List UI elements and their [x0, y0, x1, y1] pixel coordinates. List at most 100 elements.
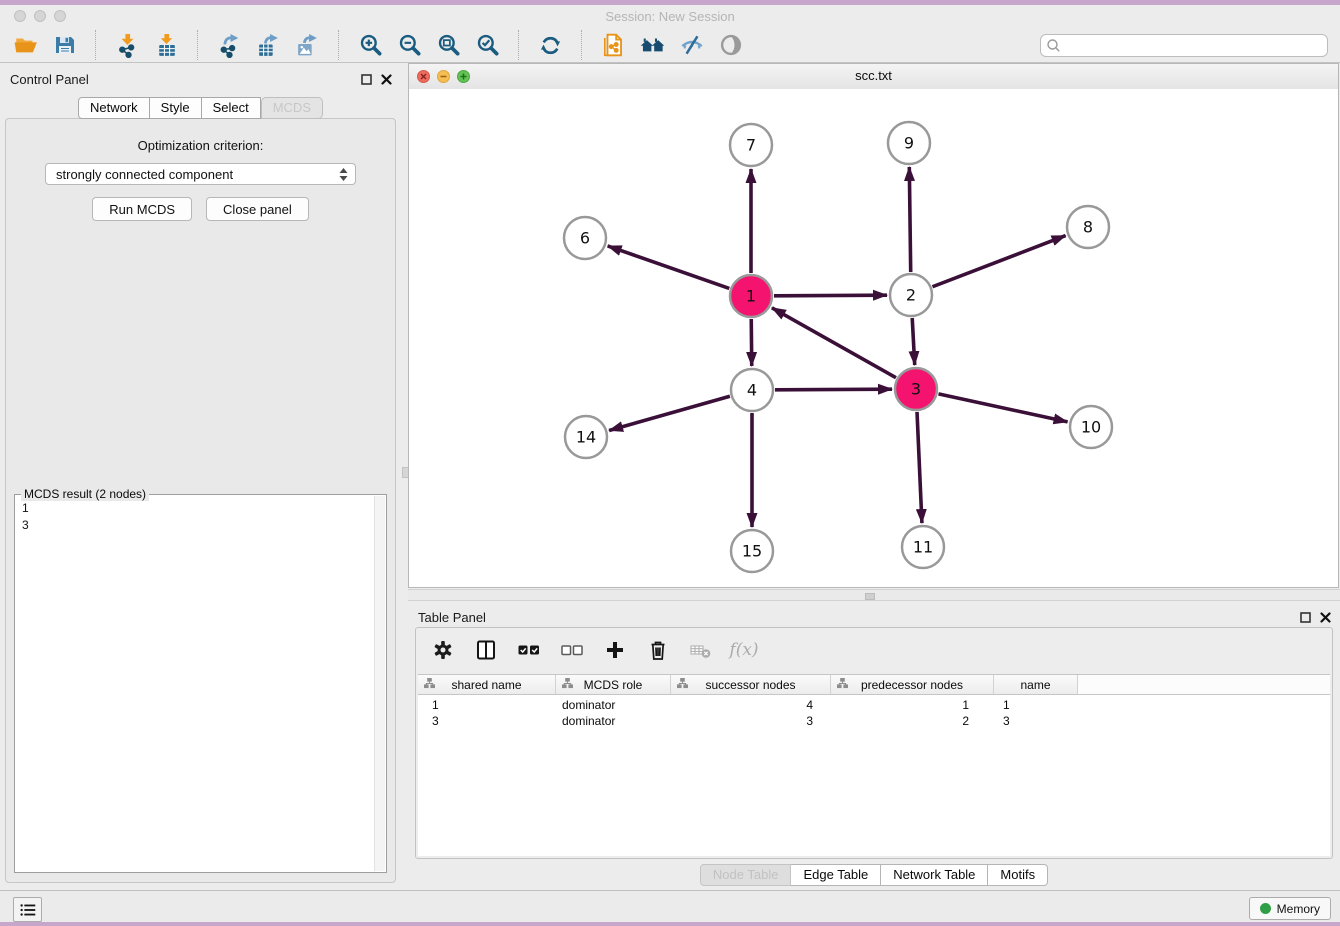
edge-1-6[interactable]	[608, 246, 730, 288]
delete-column-icon[interactable]	[645, 637, 671, 663]
node-label: 7	[746, 136, 756, 155]
node-label: 8	[1083, 218, 1093, 237]
split-columns-icon[interactable]	[473, 637, 499, 663]
search-input[interactable]	[1040, 34, 1328, 57]
close-panel-button[interactable]: Close panel	[206, 197, 309, 221]
add-column-icon[interactable]	[602, 637, 628, 663]
refresh-icon[interactable]	[537, 32, 564, 59]
result-line: 3	[22, 517, 368, 534]
result-scrollbar[interactable]	[374, 496, 385, 871]
table-cell: 4	[671, 698, 831, 714]
node-2[interactable]: 2	[890, 274, 932, 316]
edge-2-9[interactable]	[909, 167, 910, 272]
memory-button[interactable]: Memory	[1249, 897, 1331, 920]
control-panel: Control Panel NetworkStyleSelectMCDS Opt…	[0, 63, 401, 890]
zoom-selected-icon[interactable]	[474, 32, 501, 59]
export-table-icon[interactable]	[255, 32, 282, 59]
network-graph[interactable]: 7 9 6 8 1 2 4 3 14 10 15 11	[409, 89, 1338, 587]
export-image-icon[interactable]	[294, 32, 321, 59]
zoom-out-icon[interactable]	[396, 32, 423, 59]
tab-network[interactable]: Network	[78, 97, 150, 119]
mcds-result-text: 13	[16, 496, 374, 871]
node-11[interactable]: 11	[902, 526, 944, 568]
zoom-in-icon[interactable]	[357, 32, 384, 59]
new-network-from-selection-icon[interactable]	[600, 32, 627, 59]
memory-status-icon	[1260, 903, 1271, 914]
node-6[interactable]: 6	[564, 217, 606, 259]
float-panel-icon[interactable]	[361, 72, 372, 90]
edge-1-4[interactable]	[751, 319, 752, 366]
table-row[interactable]: 1dominator411	[418, 698, 1330, 714]
column-header-label: MCDS role	[584, 678, 643, 692]
column-header-shared-name[interactable]: shared name	[418, 675, 556, 694]
column-header-predecessor-nodes[interactable]: predecessor nodes	[831, 675, 994, 694]
table-row[interactable]: 3dominator323	[418, 714, 1330, 730]
export-network-icon[interactable]	[216, 32, 243, 59]
main-titlebar[interactable]: Session: New Session	[0, 5, 1340, 28]
tab-style[interactable]: Style	[150, 97, 202, 119]
node-14[interactable]: 14	[565, 416, 607, 458]
minimize-network-button[interactable]	[437, 70, 450, 83]
edge-1-2[interactable]	[774, 295, 887, 296]
splitter-handle[interactable]	[865, 593, 875, 600]
tab-edge-table[interactable]: Edge Table	[791, 864, 881, 886]
float-panel-icon[interactable]	[1300, 610, 1311, 628]
task-history-button[interactable]	[13, 897, 42, 922]
criterion-value: strongly connected component	[56, 167, 233, 182]
node-3[interactable]: 3	[895, 368, 937, 410]
edge-4-3[interactable]	[775, 389, 892, 390]
zoom-fit-icon[interactable]	[435, 32, 462, 59]
open-session-icon[interactable]	[12, 32, 39, 59]
import-table-icon[interactable]	[153, 32, 180, 59]
node-8[interactable]: 8	[1067, 206, 1109, 248]
close-network-button[interactable]	[417, 70, 430, 83]
node-1[interactable]: 1	[730, 275, 772, 317]
select-all-checkboxes-icon[interactable]	[516, 637, 542, 663]
horizontal-splitter[interactable]	[408, 589, 1340, 601]
tab-mcds[interactable]: MCDS	[261, 97, 323, 119]
edge-3-10[interactable]	[938, 394, 1067, 422]
table-panel-tabs: Node TableEdge TableNetwork TableMotifs	[408, 864, 1340, 886]
show-selected-icon[interactable]	[717, 32, 744, 59]
tab-node-table[interactable]: Node Table	[700, 864, 792, 886]
edge-2-8[interactable]	[932, 236, 1065, 287]
edge-3-11[interactable]	[917, 412, 922, 523]
node-4[interactable]: 4	[731, 369, 773, 411]
vertical-splitter[interactable]	[401, 63, 408, 890]
save-session-icon[interactable]	[51, 32, 78, 59]
node-label: 6	[580, 229, 590, 248]
edge-4-14[interactable]	[609, 396, 730, 430]
column-header-name[interactable]: name	[994, 675, 1078, 694]
criterion-dropdown[interactable]: strongly connected component	[45, 163, 356, 185]
column-header-MCDS-role[interactable]: MCDS role	[556, 675, 671, 694]
node-7[interactable]: 7	[730, 124, 772, 166]
node-table: shared name MCDS role successor nodesprede…	[418, 674, 1330, 856]
node-15[interactable]: 15	[731, 530, 773, 572]
hierarchy-icon	[424, 678, 435, 692]
column-header-successor-nodes[interactable]: successor nodes	[671, 675, 831, 694]
column-header-filler	[1078, 675, 1330, 694]
run-mcds-button[interactable]: Run MCDS	[92, 197, 192, 221]
edge-3-1[interactable]	[772, 308, 896, 378]
import-network-icon[interactable]	[114, 32, 141, 59]
deselect-all-checkboxes-icon[interactable]	[559, 637, 585, 663]
column-header-label: name	[1020, 678, 1050, 692]
hierarchy-icon	[677, 678, 688, 692]
edge-2-3[interactable]	[912, 318, 915, 365]
settings-icon[interactable]	[430, 637, 456, 663]
close-panel-icon[interactable]	[381, 72, 392, 90]
show-all-networks-icon[interactable]	[639, 32, 666, 59]
table-header-row: shared name MCDS role successor nodesprede…	[418, 674, 1330, 695]
network-canvas[interactable]: 7 9 6 8 1 2 4 3 14 10 15 11	[409, 89, 1338, 587]
tab-motifs[interactable]: Motifs	[988, 864, 1048, 886]
node-10[interactable]: 10	[1070, 406, 1112, 448]
tab-network-table[interactable]: Network Table	[881, 864, 988, 886]
delete-table-icon	[688, 637, 714, 663]
network-window-titlebar[interactable]: scc.txt	[409, 64, 1338, 90]
close-panel-icon[interactable]	[1320, 610, 1331, 628]
tab-select[interactable]: Select	[202, 97, 261, 119]
zoom-network-button[interactable]	[457, 70, 470, 83]
node-9[interactable]: 9	[888, 122, 930, 164]
table-cell: 3	[994, 714, 1078, 730]
hide-selected-icon[interactable]	[678, 32, 705, 59]
